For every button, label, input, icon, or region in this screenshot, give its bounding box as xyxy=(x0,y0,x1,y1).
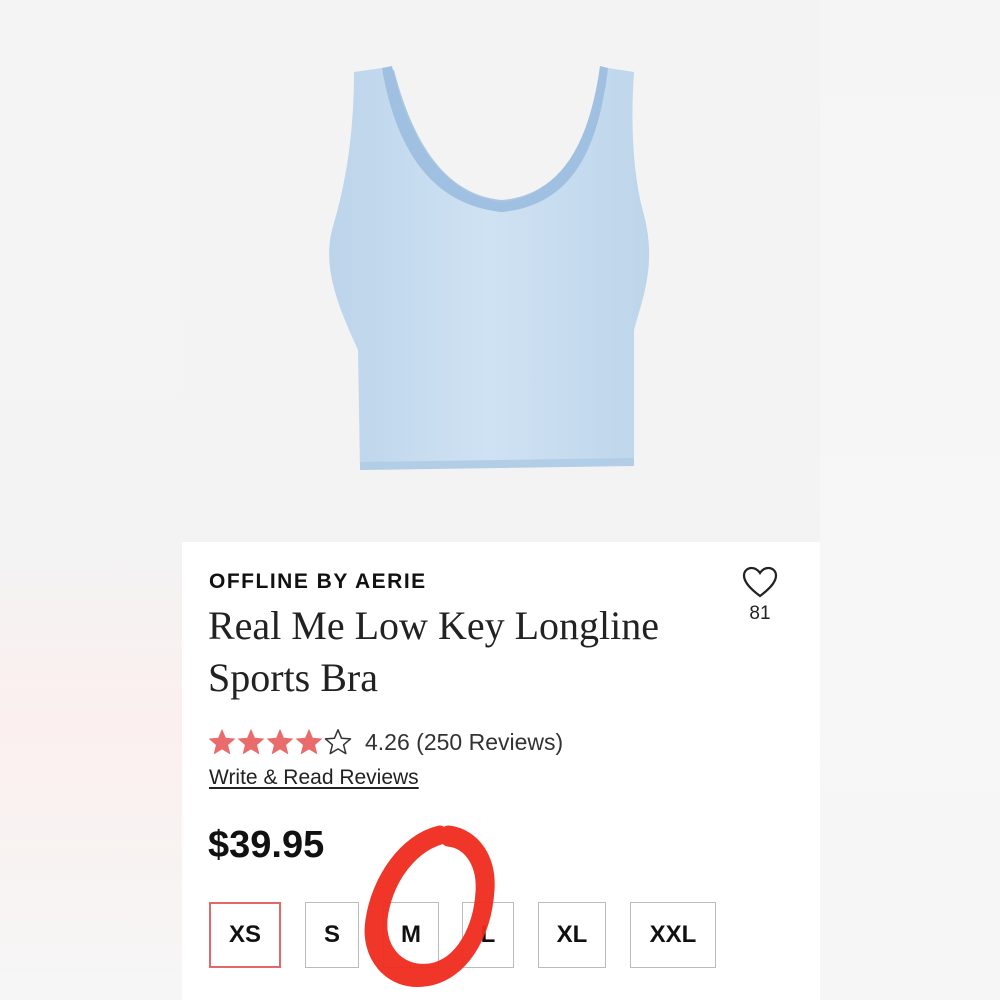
rating-summary: 4.26 (250 Reviews) xyxy=(365,728,564,755)
star-filled-icon xyxy=(209,729,235,754)
write-read-reviews-link[interactable]: Write & Read Reviews xyxy=(209,766,419,790)
rating-row[interactable]: 4.26 (250 Reviews) xyxy=(208,728,563,756)
product-card: OFFLINE BY AERIE Real Me Low Key Longlin… xyxy=(182,0,820,1000)
favorite-count: 81 xyxy=(749,603,771,624)
sports-bra-image xyxy=(329,66,650,470)
price: $39.95 xyxy=(208,824,325,866)
right-backdrop xyxy=(820,0,1000,1000)
size-option-xl[interactable]: XL xyxy=(538,902,606,968)
star-filled-icon xyxy=(238,729,264,754)
size-option-m[interactable]: M xyxy=(383,902,439,968)
star-outline-icon xyxy=(324,729,352,755)
left-backdrop xyxy=(0,0,182,1000)
star-filled-icon xyxy=(267,729,293,754)
size-option-xxl[interactable]: XXL xyxy=(630,902,716,968)
brand-name[interactable]: OFFLINE BY AERIE xyxy=(209,570,427,594)
star-filled-icon xyxy=(296,729,322,754)
size-option-s[interactable]: S xyxy=(305,902,359,968)
size-option-xs[interactable]: XS xyxy=(209,902,281,968)
rating-stars xyxy=(208,728,353,756)
product-image[interactable] xyxy=(182,0,820,542)
favorite-button[interactable]: 81 xyxy=(737,566,783,625)
product-title: Real Me Low Key Longline Sports Bra xyxy=(208,603,659,700)
heart-outline-icon xyxy=(742,566,778,598)
size-option-l[interactable]: L xyxy=(462,902,514,968)
